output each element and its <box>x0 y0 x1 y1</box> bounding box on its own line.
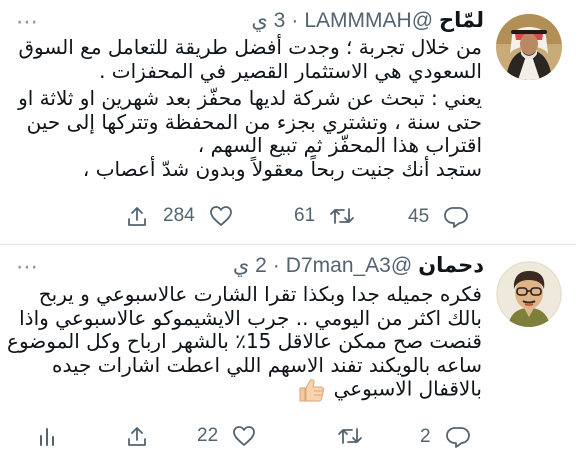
share-icon <box>128 207 146 226</box>
avatar-lammmah[interactable] <box>496 14 562 80</box>
timestamp[interactable]: 3 ي <box>251 8 285 33</box>
tweet-text-line: السعودي هي الاستثمار القصير في المحفزات … <box>99 58 482 83</box>
tweet-text-line: بالك اكثر من اليومي .. جرب الايشيموكو عا… <box>19 305 482 330</box>
retweet-icon <box>330 208 355 224</box>
display-name[interactable]: لمّاح <box>439 8 484 32</box>
retweet-button[interactable] <box>337 425 363 447</box>
tweet-1[interactable]: ⋯ لمّاح @LAMMMAH · 3 ي من خلال تجربة ؛ و… <box>0 0 576 244</box>
tweet-text-line: قنصت صح ممكن عالاقل 15٪ بالشهر ارباح وكل… <box>7 329 482 353</box>
like-button[interactable]: 22 <box>197 425 256 447</box>
comment-icon <box>444 207 469 228</box>
comment-icon <box>445 427 470 448</box>
reply-count: 45 <box>408 206 430 227</box>
more-options-icon[interactable]: ⋯ <box>16 10 40 35</box>
heart-icon <box>233 426 256 446</box>
tweet-text-line: ساعه بالويكند تفند الاسهم اللي اعطت اشار… <box>51 352 482 377</box>
retweet-button[interactable]: 61 <box>294 205 355 227</box>
display-name[interactable]: دحمان <box>418 253 484 277</box>
user-handle[interactable]: @D7man_A3 <box>286 254 412 278</box>
like-count: 284 <box>163 205 195 226</box>
tweet-2[interactable]: ⋯ دحمان @D7man_A3 · 2 ي فكره جميله جدا و… <box>0 245 576 470</box>
reply-button[interactable]: 45 <box>408 205 469 229</box>
tweet-text: فكره جميله جدا وبكذا تقرا الشارت عالاسبو… <box>7 282 482 403</box>
tweet-header: دحمان @D7man_A3 · 2 ي <box>233 253 484 278</box>
separator-dot: · <box>272 254 280 277</box>
tweet-header: لمّاح @LAMMMAH · 3 ي <box>251 8 484 33</box>
user-handle[interactable]: @LAMMMAH <box>304 9 433 33</box>
avatar-d7man[interactable] <box>496 261 562 327</box>
tweet-text-line: حتى سنة ، وتشتري بجزء من المحفظة وتتركها… <box>26 109 482 134</box>
tweet-text-line: فكره جميله جدا وبكذا تقرا الشارت عالاسبو… <box>38 282 482 306</box>
reply-button[interactable]: 2 <box>420 425 471 449</box>
heart-icon <box>209 206 232 226</box>
more-options-icon[interactable]: ⋯ <box>16 255 40 280</box>
reply-count: 2 <box>420 426 431 447</box>
share-button[interactable] <box>125 205 149 229</box>
separator-dot: · <box>291 9 299 32</box>
retweet-count: 61 <box>294 205 316 226</box>
action-bar: 22 2 <box>0 417 500 457</box>
share-button[interactable] <box>125 425 149 449</box>
action-bar: 284 61 45 <box>0 197 500 237</box>
analytics-button[interactable] <box>38 425 56 447</box>
tweet-text-line: يعني : تبحث عن شركة لديها محفّز بعد شهري… <box>18 86 482 110</box>
tweet-text-line: من خلال تجربة ؛ وجدت أفضل طريقة للتعامل … <box>18 35 482 59</box>
tweet-text-line-last: بالاقفال الاسبوعي <box>12 377 482 403</box>
tweet-text-line: اقتراب هذا المحفّز ثم تبيع السهم ، <box>197 133 482 157</box>
analytics-icon <box>40 428 54 446</box>
tweet-text: من خلال تجربة ؛ وجدت أفضل طريقة للتعامل … <box>12 35 482 181</box>
thumbs-up-icon <box>299 379 325 402</box>
share-icon <box>128 427 146 446</box>
tweet-text-line: ستجد أنك جنيت ربحاً معقولاً وبدون شدّ أع… <box>82 156 482 181</box>
tweet-text-line: بالاقفال الاسبوعي <box>333 376 482 401</box>
timestamp[interactable]: 2 ي <box>233 253 267 278</box>
like-button[interactable]: 284 <box>163 205 233 227</box>
like-count: 22 <box>197 425 219 446</box>
retweet-icon <box>338 428 362 444</box>
